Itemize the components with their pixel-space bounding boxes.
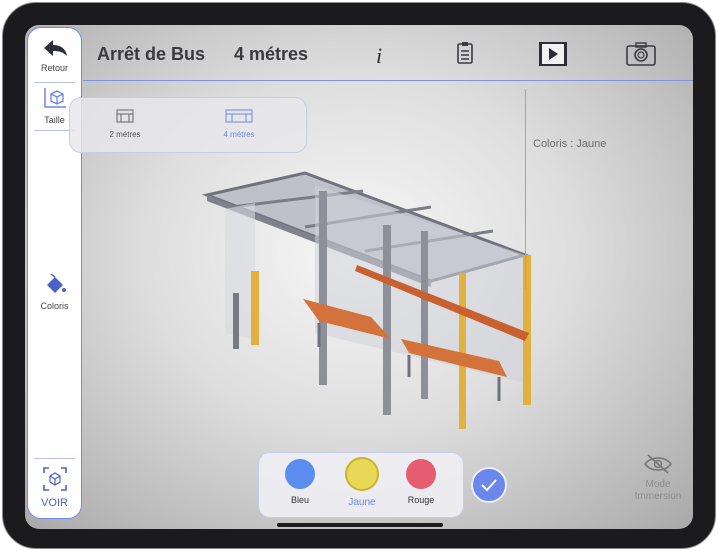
- size-option-4m[interactable]: 4 métres: [194, 108, 284, 139]
- size-value: 4 métres: [234, 44, 309, 64]
- film-icon[interactable]: [538, 41, 568, 67]
- top-divider: [83, 80, 693, 81]
- view-button[interactable]: VOIR: [28, 466, 81, 509]
- back-button[interactable]: Retour: [28, 38, 81, 73]
- color-option-label: Rouge: [407, 495, 435, 505]
- color-button[interactable]: Coloris: [28, 273, 81, 311]
- size-option-2m[interactable]: 2 métres: [80, 108, 170, 139]
- immersion-label-line1: Mode: [645, 479, 671, 490]
- swatch-red: [406, 459, 436, 489]
- app-screen: Retour Taille Coloris VOIR Arrêt de Bus …: [25, 25, 693, 529]
- shelter-small-icon: [116, 109, 134, 123]
- page-title: Arrêt de Bus: [97, 44, 206, 64]
- color-option-blue[interactable]: Bleu: [273, 459, 327, 505]
- ruler-cube-icon: [43, 88, 66, 108]
- back-label: Retour: [40, 63, 68, 73]
- size-panel: 2 métres 4 métres: [69, 97, 307, 153]
- home-indicator: [277, 523, 443, 527]
- info-divider: [525, 89, 526, 289]
- sidebar-divider: [34, 82, 75, 83]
- swatch-blue: [285, 459, 315, 489]
- color-option-label: Bleu: [290, 495, 309, 505]
- back-arrow-icon: [43, 40, 67, 56]
- sidebar-divider: [34, 458, 75, 459]
- camera-icon[interactable]: [625, 41, 657, 67]
- confirm-button[interactable]: [471, 467, 507, 503]
- size-option-label: 4 métres: [223, 130, 255, 139]
- clipboard-icon[interactable]: [456, 41, 474, 65]
- eye-slash-icon: [643, 454, 673, 474]
- color-picker: Bleu Jaune Rouge: [258, 452, 464, 518]
- color-option-red[interactable]: Rouge: [394, 459, 448, 505]
- tablet-frame: Retour Taille Coloris VOIR Arrêt de Bus …: [2, 2, 716, 549]
- checkmark-icon: [481, 479, 497, 492]
- color-option-label: Jaune: [348, 497, 376, 508]
- color-option-yellow[interactable]: Jaune: [335, 457, 389, 508]
- shelter-large-icon: [225, 109, 253, 123]
- size-option-label: 2 métres: [109, 130, 141, 139]
- paint-bucket-icon: [46, 273, 66, 293]
- immersion-label-line2: Immersion: [634, 491, 682, 502]
- svg-text:i: i: [376, 43, 382, 68]
- view-label: VOIR: [41, 497, 68, 509]
- color-info-text: Coloris : Jaune: [533, 138, 607, 150]
- ar-view-icon: [42, 467, 67, 491]
- color-label: Coloris: [40, 301, 69, 311]
- swatch-yellow: [345, 457, 379, 491]
- immersion-mode-button[interactable]: Mode Immersion: [621, 453, 693, 503]
- info-icon[interactable]: i: [371, 43, 389, 69]
- bus-shelter-3d-model[interactable]: [195, 143, 535, 443]
